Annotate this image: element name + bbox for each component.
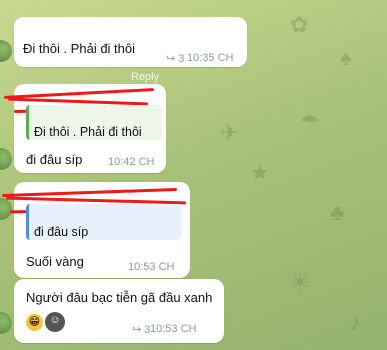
- avatar[interactable]: [0, 148, 12, 170]
- reply-count[interactable]: ↪ 3: [132, 323, 150, 336]
- message-text: Đi thôi . Phải đi thôi: [23, 41, 136, 56]
- reply-quote[interactable]: Đi thôi . Phải đi thôi: [26, 105, 162, 140]
- reply-count[interactable]: ↪ 3: [166, 52, 184, 65]
- background-doodle: ♠: [340, 45, 352, 70]
- message-bubble[interactable]: Đi thôi . Phải đi thôi đi đâu síp 10:42 …: [4, 84, 166, 173]
- avatar[interactable]: [0, 312, 12, 334]
- reply-count-value: 3: [178, 53, 185, 65]
- message-time: 10:53 CH: [128, 261, 175, 273]
- message-bubble[interactable]: Đi thôi . Phải đi thôi ↪ 3 10:35 CH: [14, 17, 247, 67]
- sticker-reaction-icon[interactable]: ☺: [45, 312, 65, 332]
- avatar[interactable]: [0, 198, 12, 220]
- background-doodle: ★: [250, 160, 270, 185]
- background-doodle: ✿: [290, 12, 309, 37]
- message-text: đi đâu síp: [26, 152, 83, 167]
- background-doodle: ☀: [290, 270, 310, 295]
- message-bubble[interactable]: Người đâu bạc tiễn gã đầu xanh 😁 ☺ ↪ 3 1…: [14, 279, 224, 343]
- reply-quote-text: Đi thôi . Phải đi thôi: [34, 125, 142, 139]
- reply-quote[interactable]: đi đâu síp: [26, 204, 181, 240]
- message-time: 10:42 CH: [108, 156, 155, 168]
- redaction-scribble: [2, 187, 177, 198]
- background-doodle: ✈: [220, 120, 239, 145]
- message-text: Người đâu bạc tiễn gã đầu xanh: [26, 290, 213, 305]
- background-doodle: ☂: [300, 110, 320, 135]
- message-text: Suối vàng: [26, 254, 84, 269]
- reply-arrow-icon: ↪: [132, 324, 142, 336]
- reply-arrow-icon: ↪: [166, 53, 176, 65]
- reply-hint: Reply: [131, 71, 160, 83]
- message-time: 10:35 CH: [187, 52, 234, 64]
- background-doodle: ♪: [350, 310, 361, 335]
- grinning-emoji-reaction[interactable]: 😁: [26, 314, 43, 331]
- background-doodle: ♣: [330, 200, 345, 225]
- avatar[interactable]: [0, 40, 12, 62]
- message-time: 10:53 CH: [150, 323, 197, 335]
- message-bubble[interactable]: đi đâu síp Suối vàng 10:53 CH: [2, 182, 190, 278]
- reply-quote-text: đi đâu síp: [34, 225, 89, 239]
